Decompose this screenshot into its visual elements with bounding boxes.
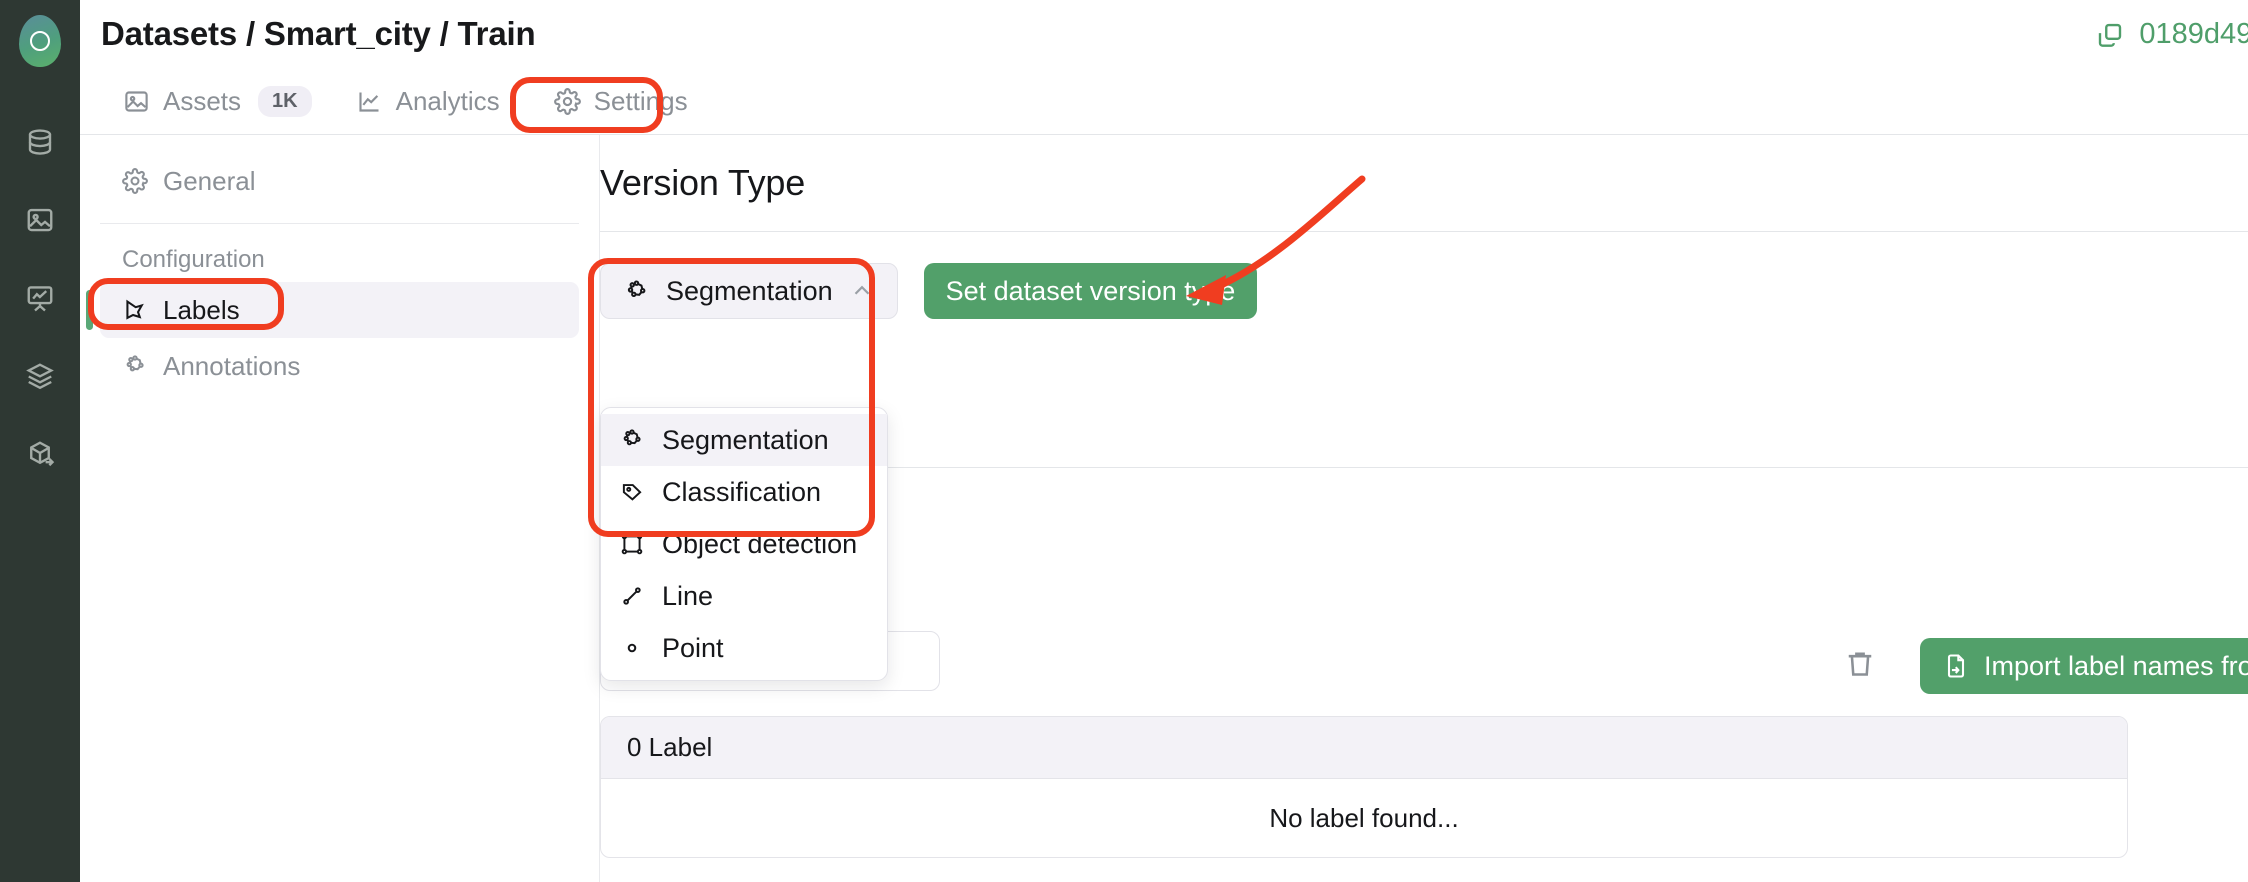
tab-assets-label: Assets — [163, 86, 241, 117]
rail-item-deployments[interactable] — [13, 432, 67, 476]
sidebar-item-labels-label: Labels — [163, 295, 240, 326]
tab-settings-label: Settings — [594, 86, 688, 117]
main-pane: Version Type Segmentation Set dataset ve… — [600, 135, 2248, 882]
box-export-icon — [25, 439, 55, 469]
sidebar-item-general-label: General — [163, 166, 256, 197]
tab-settings[interactable]: Settings — [532, 78, 710, 125]
copy-icon — [2095, 20, 2125, 50]
image-icon — [123, 88, 150, 115]
rail-item-models[interactable] — [13, 354, 67, 398]
segmentation-icon — [623, 278, 650, 305]
gear-icon — [122, 168, 148, 194]
rail-item-assets[interactable] — [13, 198, 67, 242]
rail-item-datasets[interactable] — [13, 120, 67, 164]
sidebar-item-general[interactable]: General — [100, 153, 579, 209]
rail-item-analytics[interactable] — [13, 276, 67, 320]
sidebar-item-annotations[interactable]: Annotations — [100, 338, 579, 394]
version-type-select[interactable]: Segmentation — [600, 263, 898, 319]
sidebar-section-caption: Configuration — [122, 246, 599, 274]
page-title: Version Type — [600, 162, 805, 204]
app-logo[interactable] — [16, 14, 64, 68]
set-dataset-version-type-button[interactable]: Set dataset version type — [924, 263, 1258, 319]
page-header: Datasets / Smart_city / Train 0189d494- … — [80, 0, 2248, 135]
database-icon — [25, 127, 55, 157]
annotation-polygon-icon — [122, 353, 148, 379]
rail-items — [13, 120, 67, 476]
app-logo-ring — [30, 31, 50, 51]
settings-sidebar: General Configuration Labels Annotations — [80, 135, 600, 882]
app-root: Datasets / Smart_city / Train 0189d494- … — [0, 0, 2248, 882]
chevron-up-icon — [849, 278, 875, 304]
tab-assets[interactable]: Assets 1K — [101, 78, 334, 125]
tab-analytics-label: Analytics — [396, 86, 500, 117]
header-tabs: Assets 1K Analytics Settings — [101, 78, 710, 125]
line-icon — [619, 583, 645, 609]
file-import-icon — [1942, 652, 1970, 680]
import-label-names-button[interactable]: Import label names from another Dataset … — [1920, 638, 2248, 694]
segmentation-icon — [619, 427, 645, 453]
labels-table: 0 Label No label found... — [600, 716, 2128, 858]
point-icon — [619, 635, 645, 661]
sidebar-item-labels[interactable]: Labels — [100, 282, 579, 338]
version-type-row: Segmentation Set dataset version type — [600, 263, 1257, 319]
app-logo-blob-icon — [19, 15, 61, 67]
menu-item-classification-label: Classification — [662, 477, 821, 508]
delete-labels-button[interactable] — [1842, 646, 1882, 686]
labels-table-empty-message: No label found... — [601, 779, 2127, 857]
tab-assets-badge: 1K — [258, 86, 312, 117]
sidebar-item-annotations-label: Annotations — [163, 351, 300, 382]
menu-item-classification[interactable]: Classification — [601, 466, 887, 518]
menu-item-object-detection-label: Object detection — [662, 529, 857, 560]
version-id-text: 0189d494- — [2139, 18, 2248, 51]
menu-item-segmentation-label: Segmentation — [662, 425, 829, 456]
sidebar-divider — [100, 223, 579, 224]
menu-item-point[interactable]: Point — [601, 622, 887, 674]
left-nav-rail — [0, 0, 80, 882]
version-type-select-value: Segmentation — [666, 276, 833, 307]
line-chart-icon — [356, 88, 383, 115]
menu-item-segmentation[interactable]: Segmentation — [601, 414, 887, 466]
version-id[interactable]: 0189d494- — [2095, 18, 2248, 51]
gear-icon — [554, 88, 581, 115]
version-type-menu: Segmentation Classification Object detec… — [600, 407, 888, 681]
image-icon — [25, 205, 55, 235]
bounding-box-icon — [619, 531, 645, 557]
menu-item-line[interactable]: Line — [601, 570, 887, 622]
import-label-names-label: Import label names from another Dataset … — [1984, 651, 2248, 682]
labels-table-header: 0 Label — [601, 717, 2127, 779]
menu-item-line-label: Line — [662, 581, 713, 612]
presentation-chart-icon — [25, 283, 55, 313]
section-divider-top — [600, 231, 2248, 232]
breadcrumb: Datasets / Smart_city / Train — [101, 15, 535, 53]
menu-item-object-detection[interactable]: Object detection — [601, 518, 887, 570]
tag-icon — [619, 479, 645, 505]
trash-icon — [1842, 646, 1878, 682]
menu-item-point-label: Point — [662, 633, 724, 664]
layers-icon — [25, 361, 55, 391]
label-polygon-icon — [122, 297, 148, 323]
tab-analytics[interactable]: Analytics — [334, 78, 522, 125]
